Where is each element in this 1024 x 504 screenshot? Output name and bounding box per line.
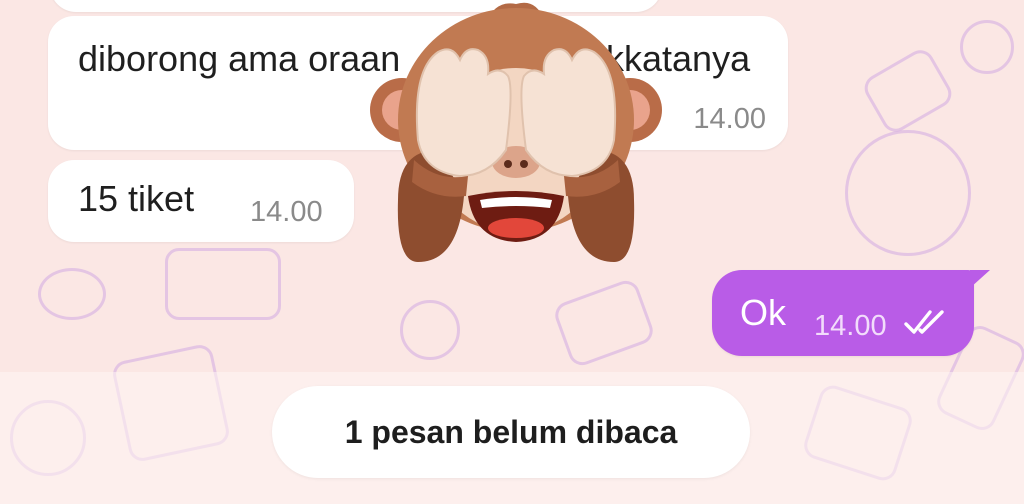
doodle-icon [400, 300, 460, 360]
outgoing-message[interactable]: Ok 14.00 [712, 270, 990, 356]
unread-messages-banner[interactable]: 1 pesan belum dibaca [272, 386, 750, 478]
message-time: 14.00 [250, 196, 323, 228]
incoming-message[interactable]: 15 tiket 14.00 [48, 160, 354, 242]
message-time: 14.00 [814, 310, 887, 342]
doodle-icon [859, 45, 957, 137]
message-text: 15 tiket [78, 178, 195, 219]
doodle-icon [551, 276, 657, 370]
message-time: 14.00 [693, 103, 766, 135]
bubble-tail [970, 270, 990, 288]
double-check-icon [904, 310, 944, 334]
doodle-icon [845, 130, 971, 256]
doodle-icon [960, 20, 1014, 74]
see-no-evil-monkey-icon[interactable] [368, 0, 664, 270]
unread-banner-label: 1 pesan belum dibaca [344, 413, 678, 450]
message-text: diborong ama oraan [78, 38, 401, 79]
doodle-icon [38, 268, 106, 320]
message-text: Ok [740, 292, 787, 333]
doodle-icon [165, 248, 281, 320]
